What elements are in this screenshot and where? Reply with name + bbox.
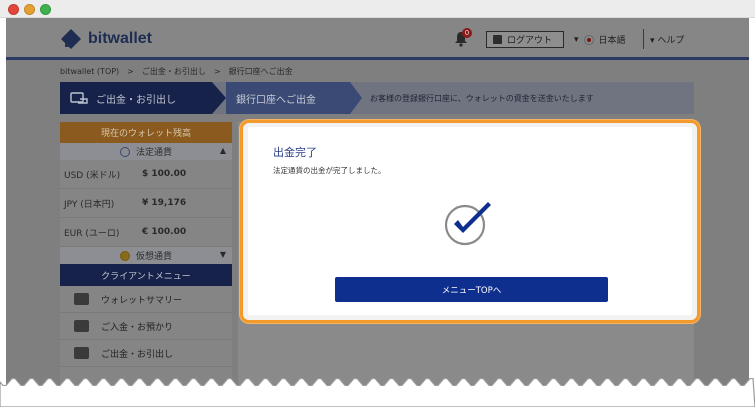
balance-header: 現在のウォレット残高 xyxy=(60,122,232,143)
wallet-hand-icon xyxy=(70,91,88,105)
sidebar-item-wallet-summary[interactable]: ウォレットサマリー xyxy=(60,286,232,313)
brand-name: bitwallet xyxy=(88,30,153,47)
chevron-up-icon: ▲ xyxy=(219,146,226,155)
balance-row: USD (米ドル) $ 100.00 xyxy=(60,160,232,189)
step-description: お客様の登録銀行口座に、ウォレットの資金を送金いたします xyxy=(370,93,594,103)
success-check-icon xyxy=(442,199,496,247)
withdrawal-icon xyxy=(74,347,89,359)
minimize-window-button[interactable] xyxy=(24,4,35,15)
step-indicator: ご出金・お引出し 銀行口座へご出金 お客様の登録銀行口座に、ウォレットの資金を送… xyxy=(60,82,694,114)
chevron-down-icon: ▾ xyxy=(574,34,579,45)
sidebar-item-label: ウォレットサマリー xyxy=(101,295,183,306)
deposit-icon xyxy=(74,320,89,332)
breadcrumb[interactable]: bitwallet (TOP) > ご出金・お引出し > 銀行口座へご出金 xyxy=(60,66,293,77)
menu-top-button[interactable]: メニューTOPへ xyxy=(335,277,608,302)
help-menu[interactable]: ▾ ヘルプ xyxy=(650,33,684,46)
step1-label: ご出金・お引出し xyxy=(96,94,176,106)
balance-amount: ¥ 19,176 xyxy=(142,198,187,208)
japan-flag-icon xyxy=(583,34,594,45)
sidebar-item-deposit[interactable]: ご入金・お預かり xyxy=(60,313,232,340)
balance-row: JPY (日本円) ¥ 19,176 xyxy=(60,189,232,218)
browser-frame: bitwallet 0 ログアウト ▾ 日本語 ▾ ヘルプ bitwallet … xyxy=(0,0,755,407)
client-menu-header: クライアントメニュー xyxy=(60,264,232,286)
torn-edge-decoration xyxy=(0,377,755,407)
bitwallet-logo-icon xyxy=(60,28,82,50)
balance-currency: EUR (ユーロ) xyxy=(64,228,120,239)
dialog-message: 法定通貨の出金が完了しました。 xyxy=(273,166,386,175)
fiat-section-toggle[interactable]: 法定通貨 ▲ xyxy=(60,143,232,160)
sidebar-item-withdrawal[interactable]: ご出金・お引出し xyxy=(60,340,232,367)
balance-amount: € 100.00 xyxy=(142,227,187,237)
logout-label: ログアウト xyxy=(507,36,553,46)
balance-currency: JPY (日本円) xyxy=(64,199,115,210)
page-viewport: bitwallet 0 ログアウト ▾ 日本語 ▾ ヘルプ bitwallet … xyxy=(6,18,749,407)
sidebar-item-label: ご出金・お引出し xyxy=(101,349,174,360)
brand-logo[interactable]: bitwallet xyxy=(60,28,152,50)
logout-button[interactable]: ログアウト xyxy=(486,31,564,48)
language-selector[interactable]: ▾ 日本語 xyxy=(574,33,626,46)
site-header: bitwallet 0 ログアウト ▾ 日本語 ▾ ヘルプ xyxy=(6,18,749,60)
balance-amount: $ 100.00 xyxy=(142,169,187,179)
crypto-label: 仮想通貨 xyxy=(135,252,172,262)
window-titlebar xyxy=(0,0,755,18)
crypto-section-toggle[interactable]: 仮想通貨 ▼ xyxy=(60,247,232,264)
chevron-down-icon: ▾ xyxy=(650,36,655,46)
close-window-button[interactable] xyxy=(8,4,19,15)
fiat-coin-icon xyxy=(119,146,130,157)
step-arrow xyxy=(350,82,362,114)
step-withdrawal: ご出金・お引出し xyxy=(60,82,212,114)
sidebar-item-label: ご入金・お預かり xyxy=(101,322,174,333)
step-arrow xyxy=(212,82,226,114)
notification-count-badge: 0 xyxy=(462,28,472,38)
balance-currency: USD (米ドル) xyxy=(64,170,121,181)
dialog-body: 出金完了 法定通貨の出金が完了しました。 メニューTOPへ xyxy=(248,127,692,315)
logout-icon xyxy=(493,35,502,44)
sidebar: 現在のウォレット残高 法定通貨 ▲ USD (米ドル) $ 100.00 JPY… xyxy=(60,122,232,407)
dialog-title: 出金完了 xyxy=(273,146,317,159)
withdrawal-complete-dialog: 出金完了 法定通貨の出金が完了しました。 メニューTOPへ xyxy=(240,120,700,323)
fiat-label: 法定通貨 xyxy=(135,148,172,158)
language-label: 日本語 xyxy=(598,36,626,46)
header-divider xyxy=(643,29,644,49)
maximize-window-button[interactable] xyxy=(40,4,51,15)
help-label: ヘルプ xyxy=(657,36,685,46)
crypto-coin-icon xyxy=(119,250,130,261)
step-bank-withdrawal: 銀行口座へご出金 xyxy=(226,82,350,114)
chevron-down-icon: ▼ xyxy=(219,250,226,259)
balance-row: EUR (ユーロ) € 100.00 xyxy=(60,218,232,247)
wallet-icon xyxy=(74,293,89,305)
